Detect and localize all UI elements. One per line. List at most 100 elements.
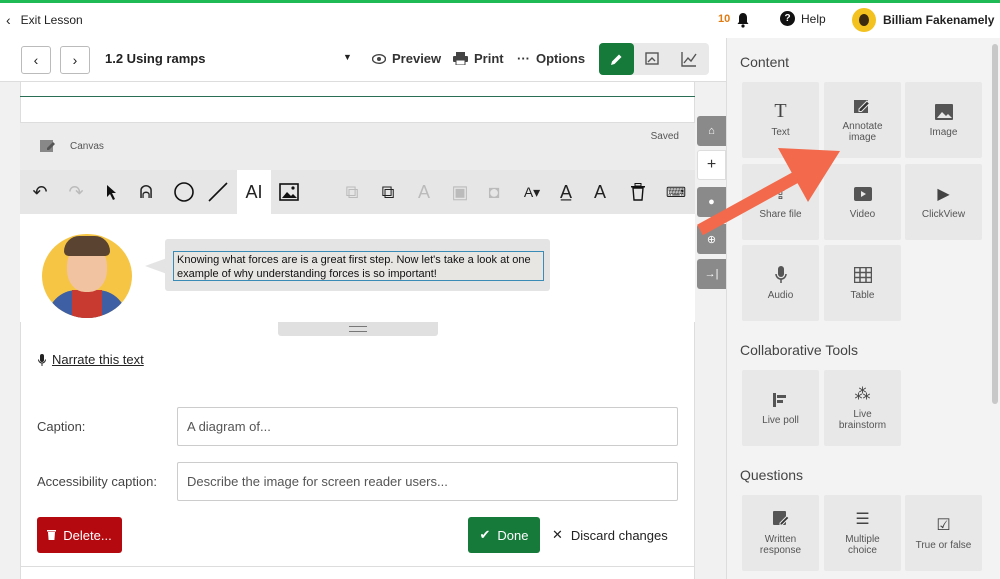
- exit-lesson-button[interactable]: ‹ Exit Lesson: [6, 12, 83, 28]
- font-style-icon[interactable]: A̲: [554, 180, 578, 204]
- options-button[interactable]: ··· Options: [517, 51, 585, 66]
- insert-true-false-tile[interactable]: ☑ True or false: [905, 495, 982, 571]
- microphone-icon: [38, 353, 46, 366]
- help-button[interactable]: ? Help: [780, 11, 826, 26]
- preview-label: Preview: [392, 51, 442, 66]
- drawing-toolbar: ↶ ↷ ᕱ AI ⧉ ⧉ A ▣ ◘ A▾ A̲ A ⌨: [20, 170, 695, 214]
- insert-image-icon[interactable]: [277, 180, 301, 204]
- pointer-icon[interactable]: [100, 180, 124, 204]
- insert-text-tile[interactable]: T Text: [742, 82, 819, 158]
- undo-icon[interactable]: ↶: [28, 180, 52, 204]
- question-icon: ?: [780, 11, 795, 26]
- tile-label: ClickView: [921, 208, 966, 220]
- trash-icon: [47, 528, 57, 543]
- print-label: Print: [474, 51, 504, 66]
- next-page-button[interactable]: ›: [60, 46, 90, 74]
- narrate-link[interactable]: Narrate this text: [38, 352, 144, 367]
- insert-written-response-tile[interactable]: Written response: [742, 495, 819, 571]
- bell-icon[interactable]: [736, 12, 750, 33]
- delete-label: Delete...: [63, 527, 112, 543]
- true-false-icon: ☑: [936, 516, 951, 534]
- eye-icon: [372, 53, 386, 64]
- collaborative-tools-heading: Collaborative Tools: [740, 342, 859, 358]
- delete-button[interactable]: Delete...: [37, 517, 122, 553]
- resize-handle[interactable]: [278, 322, 438, 336]
- questions-heading: Questions: [740, 467, 804, 483]
- tile-label: Audio: [767, 289, 794, 301]
- keyboard-icon[interactable]: ⌨: [664, 180, 688, 204]
- tile-label: Live brainstorm: [838, 409, 887, 431]
- tile-label: Live poll: [762, 414, 799, 426]
- insert-annotate-image-tile[interactable]: Annotate image: [824, 82, 901, 158]
- teacher-avatar-image[interactable]: [42, 234, 132, 318]
- font-size-icon[interactable]: A▾: [520, 180, 544, 204]
- add-icon[interactable]: +: [697, 150, 726, 180]
- discard-changes-button[interactable]: ✕ Discard changes: [552, 527, 668, 543]
- tile-label: True or false: [915, 539, 972, 551]
- panel-scrollbar[interactable]: [992, 44, 998, 404]
- caption-input[interactable]: A diagram of...: [177, 407, 678, 446]
- collapse-panel-icon[interactable]: →|: [697, 259, 726, 289]
- video-icon: [853, 185, 873, 203]
- tile-label: Text: [771, 126, 790, 138]
- canvas-icon: [40, 140, 55, 152]
- accessibility-caption-input[interactable]: Describe the image for screen reader use…: [177, 462, 678, 501]
- prev-page-button[interactable]: ‹: [21, 46, 51, 74]
- notification-count: 10: [718, 13, 731, 25]
- print-button[interactable]: Print: [453, 51, 504, 66]
- mode-switcher: [599, 43, 709, 75]
- insert-image-tile[interactable]: Image: [905, 82, 982, 158]
- insert-multiple-choice-tile[interactable]: ☰ Multiple choice: [824, 495, 901, 571]
- discard-label: Discard changes: [570, 527, 668, 543]
- insert-clickview-tile[interactable]: ▶ ClickView: [905, 164, 982, 240]
- bring-forward-icon: ⧉: [345, 181, 359, 202]
- speech-bubble-tip: [145, 258, 167, 274]
- user-menu[interactable]: Billiam Fakenamely: [852, 8, 994, 32]
- insert-audio-tile[interactable]: Audio: [742, 245, 819, 321]
- insert-share-file-tile[interactable]: ⇪ Share file: [742, 164, 819, 240]
- options-label: Options: [536, 51, 586, 66]
- clickview-icon: ▶: [937, 185, 950, 203]
- done-button[interactable]: ✔ Done: [468, 517, 540, 553]
- divider: [20, 96, 695, 97]
- written-response-icon: [771, 510, 791, 528]
- text-tool-icon[interactable]: AI: [237, 170, 271, 214]
- table-icon: [853, 266, 873, 284]
- canvas-label: Canvas: [70, 141, 104, 152]
- trash-icon[interactable]: [626, 180, 650, 204]
- canvas-area[interactable]: Knowing what forces are is a great first…: [20, 214, 695, 322]
- send-backward-icon[interactable]: ⧉: [376, 180, 400, 204]
- top-bar: ‹ Exit Lesson 10 ? Help Billiam Fakename…: [0, 0, 1000, 38]
- globe-icon[interactable]: ⊕: [697, 224, 726, 254]
- edit-mode-button[interactable]: [599, 43, 634, 75]
- chevron-left-icon: ‹: [33, 52, 39, 68]
- divider: [20, 566, 695, 567]
- circle-icon[interactable]: [172, 180, 196, 204]
- insert-live-brainstorm-tile[interactable]: ⁂ Live brainstorm: [824, 370, 901, 446]
- insert-video-tile[interactable]: Video: [824, 164, 901, 240]
- fill-icon: ▣: [451, 181, 469, 202]
- insert-table-tile[interactable]: Table: [824, 245, 901, 321]
- tile-label: Share file: [759, 208, 802, 220]
- printer-icon: [453, 52, 468, 65]
- insert-live-poll-tile[interactable]: Live poll: [742, 370, 819, 446]
- font-color-icon[interactable]: A: [588, 180, 612, 204]
- tile-label: Multiple choice: [845, 534, 880, 556]
- speech-text[interactable]: Knowing what forces are is a great first…: [173, 251, 544, 281]
- microphone-icon: [771, 265, 791, 284]
- content-heading: Content: [740, 54, 790, 70]
- save-status: Saved: [650, 131, 679, 142]
- lesson-editor: ‹ › 1.2 Using ramps ▼ Preview Print ··· …: [0, 38, 726, 579]
- line-icon[interactable]: [206, 180, 230, 204]
- annotate-image-icon: [853, 97, 873, 115]
- freehand-icon[interactable]: ᕱ: [134, 180, 158, 204]
- brainstorm-icon: ⁂: [854, 386, 871, 403]
- avatar: [852, 8, 876, 32]
- stroke-icon: ◘: [488, 181, 500, 202]
- analytics-mode-icon[interactable]: [681, 51, 697, 67]
- notes-icon[interactable]: ⌂: [697, 116, 726, 146]
- preview-button[interactable]: Preview: [372, 51, 441, 66]
- chevron-down-icon[interactable]: ▼: [343, 52, 352, 62]
- comment-icon[interactable]: ●: [697, 187, 726, 217]
- present-mode-icon[interactable]: [644, 51, 660, 67]
